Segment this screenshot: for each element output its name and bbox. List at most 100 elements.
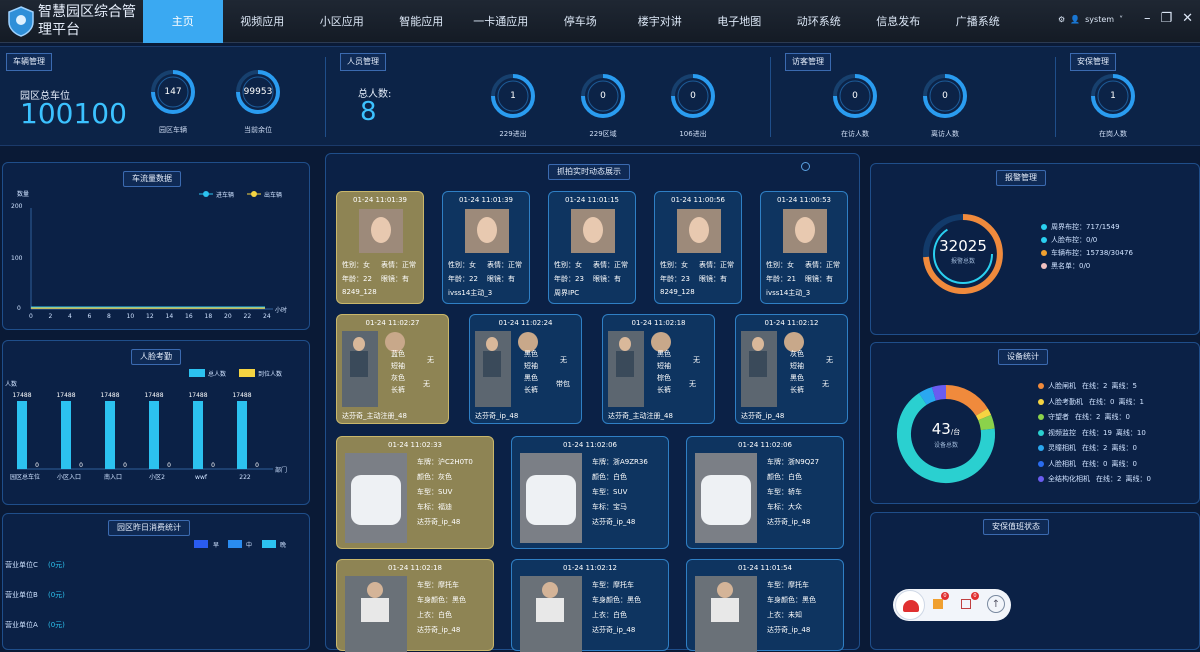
category-label: 园区总车位 [10,473,40,481]
capture-card[interactable]: 01-24 11:02:12 灰色 短袖 黑色 长裤无无达芬奇_ip_48 [735,314,848,424]
chevron-down-icon[interactable]: ˅ [1119,15,1123,24]
xtick: 0 [29,313,33,320]
nav-item-home[interactable]: 主页 [143,0,223,43]
bar-total [105,401,115,469]
device-offline: 离线：10 [1115,428,1146,437]
nav-item-parking[interactable]: 停车场 [541,0,621,43]
attr-b: 短袖 [657,362,671,370]
capture-card[interactable]: 01-24 11:01:39 性别：女 表情：正常 年龄：22 眼镜：有 8249_128 [336,191,424,304]
close-icon[interactable]: ✕ [1182,11,1193,26]
nav-item-intercom[interactable]: 楼宇对讲 [620,0,700,43]
bar-total [237,401,247,469]
vehicle-attr: 颜色：白色 [592,473,627,481]
capture-time: 01-24 11:01:15 [564,196,619,204]
donut-slice [931,385,947,401]
face-expression: 表情：正常 [381,261,416,269]
badge-count: 0 [971,592,979,600]
top-bar: 智慧园区综合管理平台 主页 视频应用 小区应用 智能应用 一卡通应用 停车场 楼… [0,0,1200,43]
hat-value: 无 [560,356,567,364]
bar-label: 0 [255,462,259,469]
person-photo [741,331,777,407]
capture-time: 01-24 11:02:18 [631,319,686,327]
capture-card[interactable]: 01-24 11:02:06 车牌：浙A9ZR36 颜色：白色 车型：SUV 车标：宝马… [511,436,669,549]
xtick: 12 [146,313,154,320]
capture-card[interactable]: 01-24 11:01:15 性别：女 表情：正常 年龄：23 眼镜：有 周界IPC [548,191,636,304]
nav-item-smart[interactable]: 智能应用 [382,0,462,43]
stat-ring: 0 106进出 [670,73,716,139]
duty-status-pill[interactable]: 0 0 ↑ [893,589,1011,621]
capture-time: 01-24 11:02:06 [737,441,792,449]
rider-photo [695,576,757,652]
bar-label: 17488 [12,392,31,399]
ring-label: 229区域 [589,130,617,138]
ring-label: 当前余位 [244,126,272,134]
device-color-dot [1038,429,1044,436]
capture-card[interactable]: 01-24 11:02:18 黑色 短袖 棕色 长裤无无达芬奇_主动注册_48 [602,314,715,424]
bar-label: 0 [123,462,127,469]
nav-item-environment[interactable]: 动环系统 [779,0,859,43]
face-expression: 表情：正常 [593,261,628,269]
capture-card[interactable]: 01-24 11:00:53 性别：女 表情：正常 年龄：21 眼镜：有 ivss14主动… [760,191,848,304]
device-offline: 离线：0 [1125,475,1151,483]
capture-card[interactable]: 01-24 11:02:12 车型：摩托车 车身颜色：黑色 上衣：白色 达芬奇_ip_4… [511,559,669,652]
capture-source: 达芬奇_主动注册_48 [342,412,407,420]
shield-logo-icon [8,6,34,37]
bar-label: 17488 [144,392,163,399]
device-name: 全结构化相机 [1048,475,1090,483]
unit-a-name: 营业单位A [5,621,38,629]
face-age: 年龄：23 [554,275,584,283]
ring-value: 0 [852,91,858,101]
face-sex: 性别：女 [660,261,688,269]
nav-item-community[interactable]: 小区应用 [302,0,382,43]
nav-item-map[interactable]: 电子地图 [700,0,780,43]
ring-value: 147 [164,87,182,97]
nav-item-info[interactable]: 信息发布 [859,0,939,43]
settings-icon[interactable] [801,162,810,171]
unit-b-value: (0元) [48,591,65,599]
attr-c: 黑色 [790,374,804,382]
username: system [1085,15,1115,24]
attr-c: 棕色 [657,374,671,382]
capture-card[interactable]: 01-24 11:02:27 蓝色 短袖 灰色 长裤无无达芬奇_主动注册_48 [336,314,449,424]
attr-d: 长裤 [524,386,538,394]
bar-total [61,401,71,469]
alarm-light-icon [895,590,925,620]
ytick: 200 [11,203,23,210]
face-photo [359,209,403,253]
nav-item-card[interactable]: 一卡通应用 [461,0,541,43]
gear-icon[interactable]: ⚙ [1058,15,1065,24]
capture-card[interactable]: 01-24 11:02:24 黑色 短袖 黑色 长裤无带包 达芬奇_ip_48 [469,314,582,424]
alarm-item: 黑名单：0/0 [1041,261,1090,271]
capture-card[interactable]: 01-24 11:00:56 性别：女 表情：正常 年龄：23 眼镜：有 8249_128 [654,191,742,304]
capture-card[interactable]: 01-24 11:02:33 车牌：沪C2H0T0 颜色：灰色 车型：SUV 车标：福迪… [336,436,494,549]
capture-card[interactable]: 01-24 11:01:54 车型：摩托车 车身颜色：黑色 上衣：未知 达芬奇_ip_4… [686,559,844,652]
ytick: 0 [17,305,21,312]
ring-value: 1 [1110,91,1116,101]
attr-c: 灰色 [391,374,405,382]
status-dot [1041,263,1047,269]
xtick: 24 [263,313,271,320]
capture-card[interactable]: 01-24 11:02:06 车牌：浙N9Q27 颜色：白色 车型：轿车 车标：大众 达芬… [686,436,844,549]
user-menu[interactable]: ⚙ 👤 system ˅ [1058,15,1123,24]
restore-icon[interactable]: ❐ [1161,11,1173,26]
device-online: 在线：19 [1082,428,1112,437]
unit-b-name: 营业单位B [5,591,38,599]
bar-label: 17488 [56,392,75,399]
capture-card[interactable]: 01-24 11:02:18 车型：摩托车 车身颜色：黑色 上衣：白色 达芬奇_ip_4… [336,559,494,652]
nav-item-broadcast[interactable]: 广播系统 [938,0,1018,43]
device-online: 在线：2 [1075,413,1101,421]
ring-label: 在岗人数 [1099,130,1127,138]
minimize-icon[interactable]: – [1144,11,1151,26]
legend-out: 出车辆 [264,192,283,199]
face-age: 年龄：22 [448,275,478,283]
nav-item-video[interactable]: 视频应用 [223,0,303,43]
alarm-title: 报警管理 [996,170,1046,186]
up-arrow-icon[interactable]: ↑ [987,595,1005,613]
device-online: 在线：0 [1089,397,1115,406]
ring-value: 0 [942,91,948,101]
capture-card[interactable]: 01-24 11:01:39 性别：女 表情：正常 年龄：22 眼镜：有 ivss14主动… [442,191,530,304]
capture-source: 8249_128 [660,288,695,296]
security-mgmt-tag: 安保管理 [1070,53,1116,71]
device-offline: 离线：5 [1111,382,1137,390]
vehicle-attr: 车牌：浙N9Q27 [767,458,820,466]
